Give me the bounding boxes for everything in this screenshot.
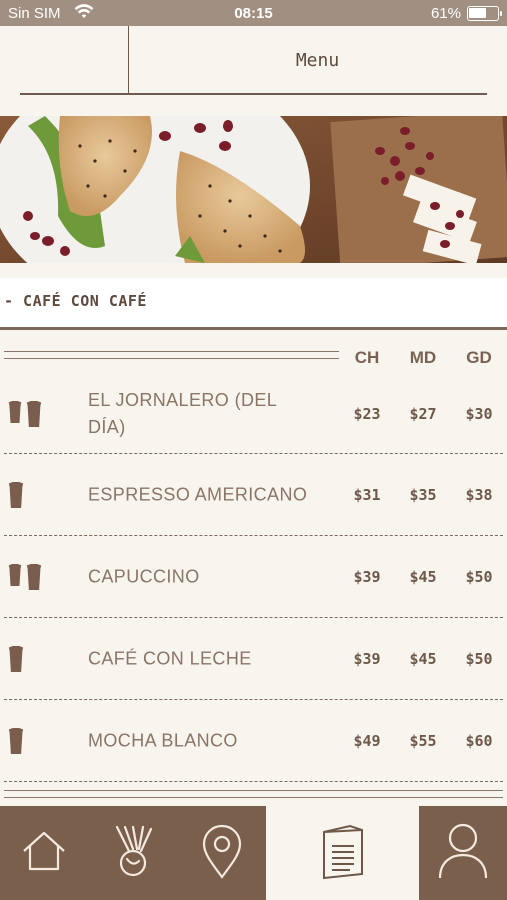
- table-footer-rule: [4, 790, 503, 798]
- battery-percent: 61%: [430, 5, 461, 22]
- status-bar: Sin SIM 08:15 61%: [0, 0, 507, 26]
- cup-icon: [8, 482, 24, 508]
- menu-item-row[interactable]: CAFÉ CON LECHE $39 $45 $50: [0, 618, 507, 700]
- price-ch: $39: [353, 568, 381, 586]
- small-cup-icon: [8, 401, 22, 423]
- size-icons: [8, 482, 24, 508]
- price-ch: $49: [353, 732, 381, 750]
- tab-bar: [0, 806, 507, 900]
- menu-item-row[interactable]: MOCHA BLANCO $49 $55 $60: [0, 700, 507, 782]
- nav-header: Menu: [0, 26, 507, 116]
- item-name: CAFÉ CON LECHE: [88, 648, 252, 669]
- price-ch: $31: [353, 486, 381, 504]
- category-title: - CAFÉ CON CAFÉ: [4, 292, 147, 310]
- item-name: EL JORNALERO (DEL DÍA): [88, 390, 277, 437]
- small-cup-icon: [8, 564, 22, 586]
- tab-profile[interactable]: [419, 806, 507, 900]
- coffee-beans-icon: [107, 823, 159, 883]
- price-md: $35: [409, 486, 437, 504]
- hero-image: [0, 116, 507, 263]
- cup-icon: [8, 646, 24, 672]
- home-icon: [20, 827, 68, 879]
- column-header-md: MD: [409, 348, 437, 367]
- price-md: $55: [409, 732, 437, 750]
- large-cup-icon: [26, 564, 42, 590]
- price-md: $45: [409, 568, 437, 586]
- section-divider: [0, 327, 507, 330]
- price-gd: $50: [465, 568, 493, 586]
- column-header-ch: CH: [354, 348, 380, 367]
- price-md: $27: [409, 405, 437, 423]
- price-table-header: CH MD GD: [0, 340, 507, 374]
- price-gd: $50: [465, 650, 493, 668]
- tab-location[interactable]: [178, 806, 266, 900]
- tab-beans[interactable]: [88, 806, 178, 900]
- battery-icon: [467, 6, 502, 21]
- size-icons: [8, 728, 24, 754]
- category-header[interactable]: - CAFÉ CON CAFÉ: [0, 278, 507, 328]
- size-icons: [8, 646, 24, 672]
- price-ch: $39: [353, 650, 381, 668]
- price-md: $45: [409, 650, 437, 668]
- menu-item-row[interactable]: EL JORNALERO (DEL DÍA) $23 $27 $30: [0, 374, 507, 454]
- menu-item-row[interactable]: CAPUCCINO $39 $45 $50: [0, 536, 507, 618]
- price-gd: $60: [465, 732, 493, 750]
- price-ch: $23: [353, 405, 381, 423]
- menu-item-row[interactable]: ESPRESSO AMERICANO $31 $35 $38: [0, 454, 507, 536]
- tab-menu[interactable]: [266, 806, 419, 900]
- location-pin-icon: [200, 823, 244, 883]
- price-gd: $30: [465, 405, 493, 423]
- cup-icon: [8, 728, 24, 754]
- column-header-gd: GD: [466, 348, 492, 367]
- page-title: Menu: [295, 50, 340, 71]
- header-underline: [20, 93, 487, 95]
- menu-document-icon: [320, 822, 366, 884]
- item-name: ESPRESSO AMERICANO: [88, 484, 308, 505]
- size-icons: [8, 564, 42, 590]
- row-divider: [4, 781, 503, 782]
- item-name: CAPUCCINO: [88, 566, 200, 587]
- large-cup-icon: [26, 401, 42, 427]
- header-double-rule: [4, 351, 339, 359]
- item-name: MOCHA BLANCO: [88, 730, 238, 751]
- tab-home[interactable]: [0, 806, 88, 900]
- user-profile-icon: [437, 822, 489, 884]
- price-gd: $38: [465, 486, 493, 504]
- size-icons: [8, 401, 42, 427]
